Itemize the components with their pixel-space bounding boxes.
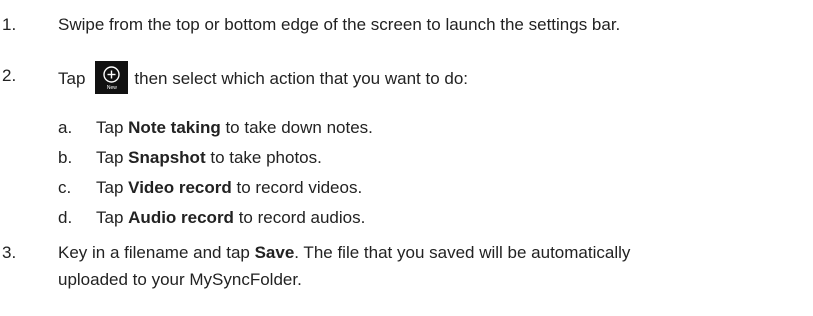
substep-post: to take down notes. [225, 118, 373, 137]
substep-bold: Video record [128, 178, 232, 197]
substep-pre: Tap [96, 148, 124, 167]
step-text: Swipe from the top or bottom edge of the… [58, 15, 621, 34]
plus-circle-icon: New [95, 61, 129, 94]
substep-letter: c. [58, 178, 72, 197]
step-text: Key in a filename and tap Save. The file… [58, 240, 813, 265]
step-text-after: then select which action that you want t… [134, 68, 469, 88]
substep-bold: Audio record [128, 208, 234, 227]
substep-post: to record videos. [236, 178, 363, 197]
step-text-continuation: uploaded to your MySyncFolder. [58, 270, 302, 289]
substep-bold: Snapshot [128, 148, 206, 167]
step-text-before: Tap [58, 68, 86, 88]
step-text-post: . The file that you saved will be automa… [294, 243, 631, 262]
icon-caption: New [106, 85, 117, 91]
substep-post: to record audios. [238, 208, 366, 227]
substep-text: Tap Video record to record videos. [96, 175, 362, 200]
step-number: 3. [2, 243, 17, 262]
step-text-pre: Key in a filename and tap [58, 243, 250, 262]
substep-letter: d. [58, 208, 73, 227]
substep-bold: Note taking [128, 118, 221, 137]
substep-pre: Tap [96, 118, 124, 137]
substep-text: Tap Snapshot to take photos. [96, 145, 322, 170]
substep-letter: a. [58, 118, 73, 137]
substep-text: Tap Audio record to record audios. [96, 205, 365, 230]
step-number: 1. [2, 15, 17, 34]
substep-letter: b. [58, 148, 73, 167]
substep-pre: Tap [96, 178, 124, 197]
step-text-bold: Save [254, 243, 295, 262]
substep-post: to take photos. [210, 148, 322, 167]
substep-pre: Tap [96, 208, 124, 227]
step-text: Tap New then select which action that you … [58, 61, 813, 96]
step-number: 2. [2, 66, 17, 85]
substep-text: Tap Note taking to take down notes. [96, 115, 373, 140]
